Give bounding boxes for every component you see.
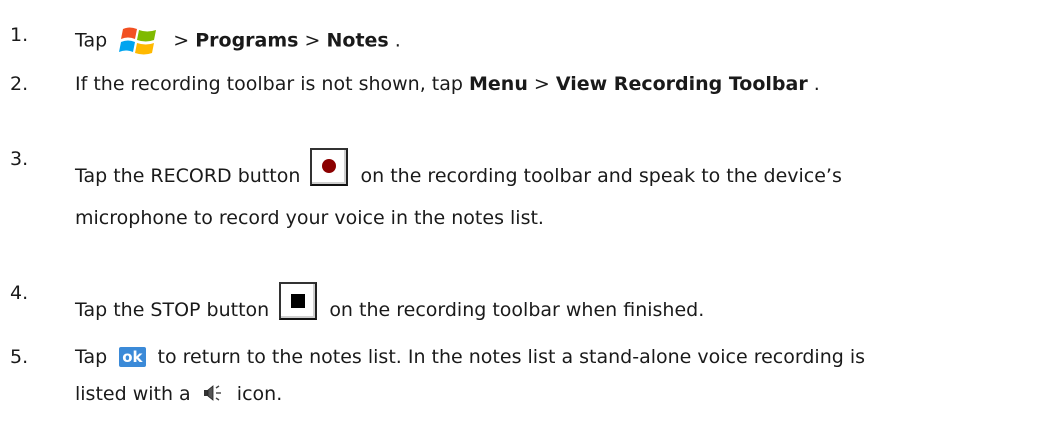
record-dot bbox=[322, 159, 337, 173]
record-button-icon bbox=[310, 148, 349, 186]
step-text-part: on the recording toolbar when finished. bbox=[329, 299, 705, 321]
step-text: Tap > Programs > Notes . bbox=[75, 24, 401, 58]
step-text: listed with a icon. bbox=[75, 383, 282, 406]
step-text-part: listed with a bbox=[75, 383, 191, 405]
step-text: If the recording toolbar is not shown, t… bbox=[75, 73, 820, 95]
separator: > bbox=[304, 29, 327, 52]
notes-label: Notes bbox=[326, 29, 389, 52]
separator: > bbox=[533, 73, 556, 95]
speaker-icon bbox=[197, 383, 231, 406]
period: . bbox=[394, 29, 401, 52]
step-text-part: on the recording toolbar and speak to th… bbox=[360, 165, 842, 187]
step-text-part: Tap the STOP button bbox=[75, 299, 270, 321]
step-number: 4. bbox=[10, 282, 29, 304]
programs-label: Programs bbox=[195, 29, 299, 52]
step-text-part: to return to the notes list. In the note… bbox=[157, 346, 866, 368]
menu-label: Menu bbox=[469, 73, 528, 95]
period: . bbox=[813, 73, 820, 95]
step-text-part: Tap bbox=[75, 346, 108, 368]
stop-square bbox=[291, 294, 306, 308]
step-text-part: Tap the RECORD button bbox=[75, 165, 301, 187]
stop-button-icon bbox=[279, 282, 318, 320]
step-text-part: Tap bbox=[75, 29, 108, 52]
step-number: 1. bbox=[10, 24, 29, 46]
step-text: microphone to record your voice in the n… bbox=[75, 207, 544, 229]
step-number: 2. bbox=[10, 73, 29, 95]
step-text: Tap the RECORD button on the recording t… bbox=[75, 148, 842, 187]
view-recording-toolbar-label: View Recording Toolbar bbox=[555, 73, 808, 95]
step-text-part: If the recording toolbar is not shown, t… bbox=[75, 73, 469, 95]
step-text: Tap ok to return to the notes list. In t… bbox=[75, 346, 865, 368]
ok-icon: ok bbox=[119, 347, 146, 367]
step-text-part: icon. bbox=[236, 383, 283, 405]
windows-start-icon bbox=[113, 24, 167, 58]
step-text: Tap the STOP button on the recording too… bbox=[75, 282, 704, 321]
step-number: 3. bbox=[10, 148, 29, 170]
step-number: 5. bbox=[10, 346, 29, 368]
separator: > bbox=[173, 29, 196, 52]
windows-flag-svg bbox=[119, 27, 157, 55]
speaker-svg bbox=[203, 385, 221, 401]
